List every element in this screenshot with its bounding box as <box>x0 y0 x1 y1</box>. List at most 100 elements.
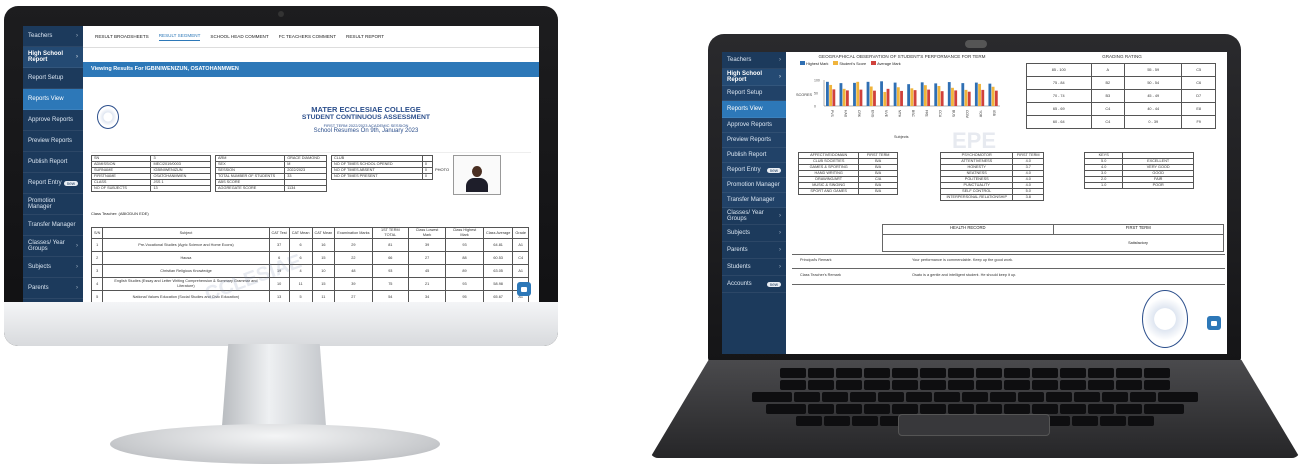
sidebar-item-approve-reports[interactable]: Approve Reports <box>23 110 83 131</box>
key[interactable] <box>920 380 946 390</box>
tab-fc-teachers-comment[interactable]: FC TEACHERS COMMENT <box>279 34 336 39</box>
key[interactable] <box>836 380 862 390</box>
key[interactable] <box>1158 392 1198 402</box>
key[interactable] <box>892 380 918 390</box>
key[interactable] <box>990 392 1016 402</box>
key[interactable] <box>948 380 974 390</box>
sidebar-item-report-setup[interactable]: Report Setup <box>23 68 83 89</box>
key[interactable] <box>976 404 1002 414</box>
tab-result-broadsheets[interactable]: RESULT BROADSHEETS <box>95 34 149 39</box>
tab-school-head-comment[interactable]: SCHOOL HEAD COMMENT <box>210 34 268 39</box>
sidebar-item-publish-report[interactable]: Publish Report <box>722 148 786 163</box>
key[interactable] <box>864 404 890 414</box>
key[interactable] <box>1072 416 1098 426</box>
sidebar-item-classes-year-groups[interactable]: Classes/ Year Groups › <box>722 208 786 225</box>
key[interactable] <box>920 404 946 414</box>
key[interactable] <box>892 404 918 414</box>
sidebar-item-preview-reports[interactable]: Preview Reports <box>23 131 83 152</box>
sidebar-item-accounts[interactable]: Accounts new <box>722 276 786 293</box>
laptop-touchpad[interactable] <box>898 414 1050 436</box>
key[interactable] <box>836 368 862 378</box>
key[interactable] <box>796 416 822 426</box>
sidebar-item-promotion-manager[interactable]: Promotion Manager <box>722 178 786 193</box>
key[interactable] <box>1074 392 1100 402</box>
key[interactable] <box>808 380 834 390</box>
key[interactable] <box>864 380 890 390</box>
tab-result-report[interactable]: RESULT REPORT <box>346 34 384 39</box>
key[interactable] <box>1046 392 1072 402</box>
sidebar-item-teachers[interactable]: Teachers › <box>23 26 83 47</box>
sidebar-item-subjects[interactable]: Subjects › <box>722 225 786 242</box>
key[interactable] <box>1144 404 1184 414</box>
key[interactable] <box>1116 404 1142 414</box>
key[interactable] <box>808 368 834 378</box>
key[interactable] <box>1116 380 1142 390</box>
key[interactable] <box>1116 368 1142 378</box>
key[interactable] <box>1144 380 1170 390</box>
key[interactable] <box>1060 368 1086 378</box>
sidebar-item-reports-view[interactable]: Reports View <box>23 89 83 110</box>
sidebar-item-reports-view[interactable]: Reports View <box>722 101 786 118</box>
key[interactable] <box>892 368 918 378</box>
key[interactable] <box>780 368 806 378</box>
key[interactable] <box>780 380 806 390</box>
sidebar-item-parents[interactable]: Parents › <box>722 242 786 259</box>
key[interactable] <box>836 404 862 414</box>
chat-button[interactable] <box>517 282 531 296</box>
key[interactable] <box>976 380 1002 390</box>
key[interactable] <box>1032 404 1058 414</box>
key[interactable] <box>1032 368 1058 378</box>
key[interactable] <box>1060 404 1086 414</box>
sidebar-item-subjects[interactable]: Subjects › <box>23 257 83 278</box>
key[interactable] <box>824 416 850 426</box>
key[interactable] <box>822 392 848 402</box>
key[interactable] <box>934 392 960 402</box>
sidebar-item-promotion-manager[interactable]: Promotion Manager <box>23 194 83 215</box>
key[interactable] <box>1004 368 1030 378</box>
sidebar-item-parents[interactable]: Parents › <box>23 278 83 299</box>
key[interactable] <box>1088 404 1114 414</box>
key[interactable] <box>948 404 974 414</box>
sidebar-item-report-setup[interactable]: Report Setup <box>722 86 786 101</box>
sidebar-item-transfer-manager[interactable]: Transfer Manager <box>722 193 786 208</box>
key[interactable] <box>1100 416 1126 426</box>
sidebar-item-classes-year-groups[interactable]: Classes/ Year Groups › <box>23 236 83 257</box>
sidebar-item-transfer-manager[interactable]: Transfer Manager <box>23 215 83 236</box>
key[interactable] <box>850 392 876 402</box>
key[interactable] <box>1060 380 1086 390</box>
key[interactable] <box>948 368 974 378</box>
chat-button[interactable] <box>1207 316 1221 330</box>
key[interactable] <box>752 392 792 402</box>
key[interactable] <box>1032 380 1058 390</box>
sidebar-item-publish-report[interactable]: Publish Report <box>23 152 83 173</box>
key[interactable] <box>808 404 834 414</box>
tab-result-segment[interactable]: RESULT SEGMENT <box>158 33 201 41</box>
sidebar-item-high-school-report[interactable]: High School Report › <box>722 69 786 86</box>
key[interactable] <box>1004 380 1030 390</box>
key[interactable] <box>962 392 988 402</box>
key[interactable] <box>906 392 932 402</box>
key[interactable] <box>794 392 820 402</box>
key[interactable] <box>1128 416 1154 426</box>
sidebar-item-teachers[interactable]: Teachers › <box>722 52 786 69</box>
key[interactable] <box>1144 368 1170 378</box>
sidebar-item-report-entry[interactable]: Report Entry new <box>23 173 83 194</box>
sidebar-item-preview-reports[interactable]: Preview Reports <box>722 133 786 148</box>
key[interactable] <box>1004 404 1030 414</box>
sidebar-item-report-entry[interactable]: Report Entry new <box>722 163 786 178</box>
key[interactable] <box>864 368 890 378</box>
key[interactable] <box>920 368 946 378</box>
key[interactable] <box>852 416 878 426</box>
key[interactable] <box>1088 380 1114 390</box>
key[interactable] <box>1088 368 1114 378</box>
key[interactable] <box>878 392 904 402</box>
key[interactable] <box>1018 392 1044 402</box>
key[interactable] <box>1102 392 1128 402</box>
sidebar-item-approve-reports[interactable]: Approve Reports <box>722 118 786 133</box>
key[interactable] <box>976 368 1002 378</box>
key[interactable] <box>1130 392 1156 402</box>
sidebar-item-students[interactable]: Students › <box>722 259 786 276</box>
score-cell: 93 <box>445 277 484 291</box>
sidebar-item-high-school-report[interactable]: High School Report › <box>23 47 83 68</box>
key[interactable] <box>766 404 806 414</box>
